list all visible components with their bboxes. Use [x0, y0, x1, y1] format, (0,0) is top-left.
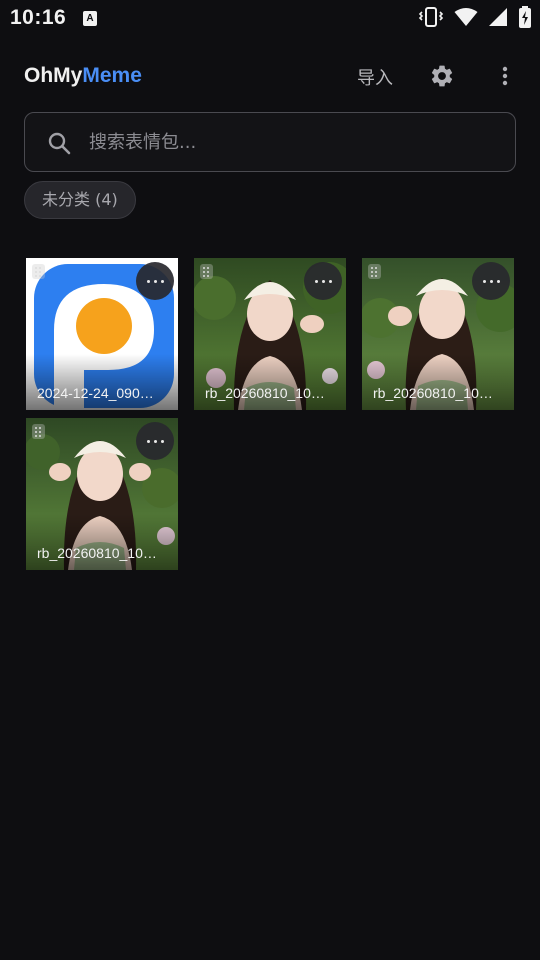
meme-filename: rb_20260810_10… — [205, 385, 325, 401]
meme-filename: rb_20260810_10… — [373, 385, 493, 401]
meme-tile[interactable]: rb_20260810_10… — [26, 418, 178, 570]
drag-handle-icon[interactable] — [368, 264, 381, 279]
category-chip-uncategorized[interactable]: 未分类 (4) — [24, 181, 136, 219]
drag-handle-icon[interactable] — [32, 424, 45, 439]
app-title-part2: Meme — [82, 64, 142, 87]
meme-tile[interactable]: rb_20260810_10… — [362, 258, 514, 410]
more-options-button[interactable] — [495, 64, 515, 88]
meme-filename: 2024-12-24_090… — [37, 385, 154, 401]
search-input[interactable] — [89, 127, 489, 157]
drag-handle-icon[interactable] — [32, 264, 45, 279]
signal-icon — [489, 8, 507, 26]
drag-handle-icon[interactable] — [200, 264, 213, 279]
tile-more-button[interactable] — [304, 262, 342, 300]
tile-more-button[interactable] — [472, 262, 510, 300]
wifi-icon — [454, 8, 478, 26]
gear-icon — [431, 65, 453, 87]
settings-button[interactable] — [429, 63, 455, 89]
search-box — [24, 112, 516, 172]
battery-charging-icon — [519, 6, 531, 28]
notification-badge-icon: A — [83, 11, 97, 26]
vibrate-icon — [418, 7, 444, 27]
status-time: 10:16 — [10, 6, 67, 29]
import-button[interactable]: 导入 — [357, 64, 393, 90]
meme-tile[interactable]: rb_20260810_10… — [194, 258, 346, 410]
app-title-part1: OhMy — [24, 64, 83, 87]
more-vert-icon — [502, 66, 508, 86]
meme-tile[interactable]: 2024-12-24_090… — [26, 258, 178, 410]
status-bar: 10:16 A — [0, 0, 540, 36]
tile-more-button[interactable] — [136, 422, 174, 460]
search-icon — [48, 132, 71, 155]
status-icons — [418, 6, 532, 28]
meme-filename: rb_20260810_10… — [37, 545, 157, 561]
app-bar: OhMyMeme 导入 — [0, 52, 540, 100]
app-title: OhMyMeme — [24, 64, 142, 88]
tile-more-button[interactable] — [136, 262, 174, 300]
